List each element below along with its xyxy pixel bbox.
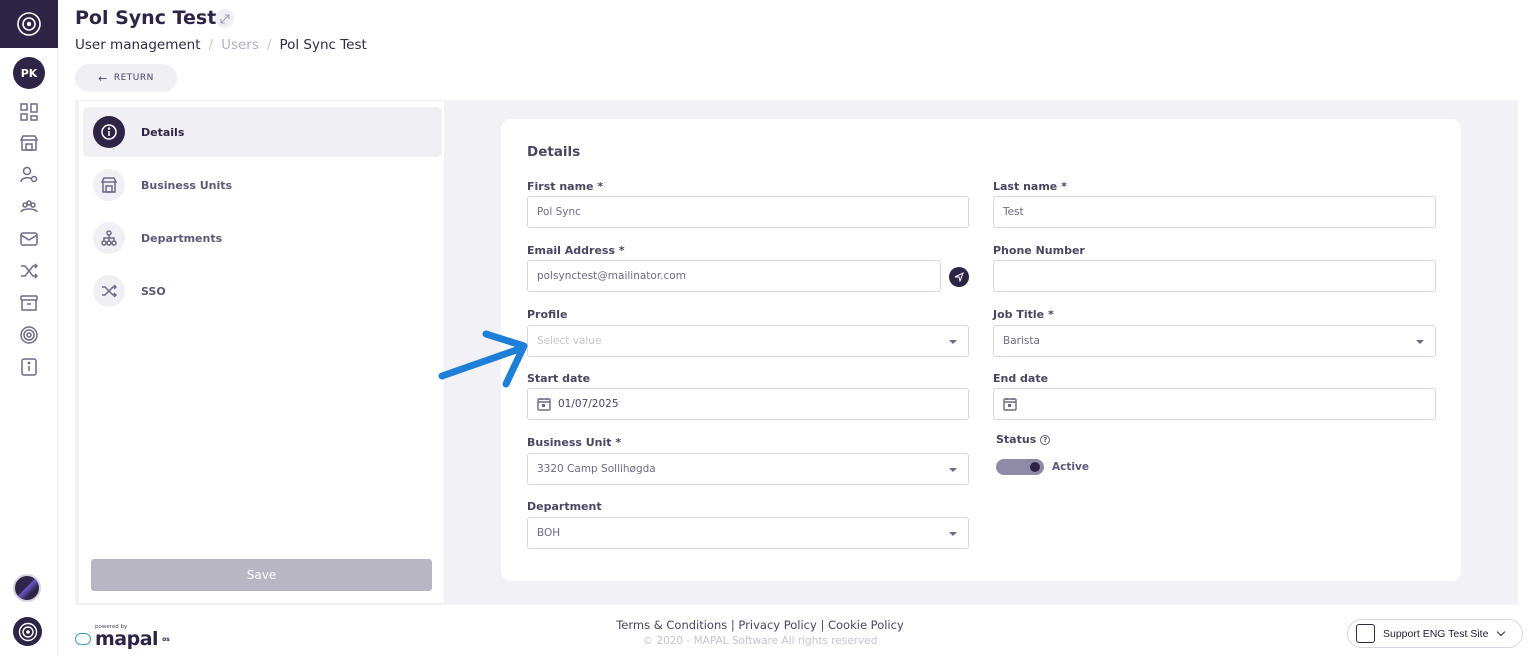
app-logo-icon[interactable] — [0, 0, 58, 48]
end-date-label: End date — [993, 372, 1049, 385]
powered-by-logo: powered by mapal os — [75, 624, 170, 650]
chevron-down-icon — [1497, 627, 1506, 637]
nav-item-business-units[interactable]: Business Units — [83, 160, 442, 210]
store-icon — [93, 169, 125, 201]
return-label: RETURN — [113, 73, 154, 83]
start-date-value: 01/07/2025 — [558, 398, 619, 410]
business-unit-select[interactable]: 3320 Camp Sollihøgda — [527, 453, 969, 485]
phone-field[interactable] — [993, 260, 1436, 292]
job-title-select[interactable]: Barista — [993, 325, 1436, 357]
expand-icon[interactable] — [215, 9, 234, 28]
org-chart-icon — [93, 222, 125, 254]
breadcrumb-separator: / — [266, 37, 272, 53]
last-name-field[interactable]: Test — [993, 196, 1436, 228]
brand-name: mapal — [95, 628, 159, 650]
status-value: Active — [1052, 461, 1089, 473]
save-button[interactable]: Save — [91, 559, 432, 591]
business-unit-value: 3320 Camp Sollihøgda — [537, 463, 656, 475]
return-button[interactable]: ← RETURN — [75, 64, 177, 92]
business-unit-label: Business Unit * — [527, 436, 622, 449]
caret-down-icon — [949, 468, 957, 472]
job-title-label: Job Title * — [993, 308, 1054, 321]
status-label: Status? — [996, 433, 1051, 446]
team-icon[interactable] — [19, 197, 39, 217]
profile-placeholder: Select value — [537, 335, 602, 347]
building-icon — [1356, 624, 1375, 643]
target-icon[interactable] — [19, 325, 39, 345]
nav-item-details[interactable]: Details — [83, 107, 442, 157]
shuffle-icon — [93, 275, 125, 307]
arrow-left-icon: ← — [98, 71, 108, 85]
left-rail: PK — [0, 0, 58, 656]
calendar-icon — [1003, 398, 1017, 411]
breadcrumb-users[interactable]: Users — [221, 37, 259, 53]
email-label: Email Address * — [527, 244, 625, 257]
profile-label: Profile — [527, 308, 568, 321]
footer-links[interactable]: Terms & Conditions | Privacy Policy | Co… — [560, 618, 960, 632]
side-panel: Details Business Units Departments SSO S… — [78, 100, 445, 604]
last-name-label: Last name * — [993, 180, 1067, 193]
end-date-field[interactable] — [993, 388, 1436, 420]
first-name-label: First name * — [527, 180, 604, 193]
nav-label: Business Units — [141, 178, 233, 192]
email-field[interactable]: polsynctest@mailinator.com — [527, 260, 941, 292]
nav-label: Details — [141, 125, 185, 139]
breadcrumb-separator: / — [208, 37, 214, 53]
nav-item-sso[interactable]: SSO — [83, 266, 442, 316]
info-icon[interactable] — [19, 357, 39, 377]
annotation-arrow-icon — [438, 330, 528, 388]
theme-toggle-icon[interactable] — [13, 574, 41, 602]
department-value: BOH — [537, 527, 561, 539]
caret-down-icon — [949, 340, 957, 344]
caret-down-icon — [1416, 340, 1424, 344]
mapal-app-icon[interactable] — [13, 617, 42, 646]
mail-icon[interactable] — [19, 229, 39, 249]
footer-copyright: © 2020 - MAPAL Software All rights reser… — [642, 635, 878, 647]
start-date-field[interactable]: 01/07/2025 — [527, 388, 969, 420]
first-name-field[interactable]: Pol Sync — [527, 196, 969, 228]
site-selector[interactable]: Support ENG Test Site — [1347, 619, 1523, 648]
start-date-label: Start date — [527, 372, 591, 385]
store-icon[interactable] — [19, 133, 39, 153]
page-title: Pol Sync Test — [75, 7, 217, 29]
calendar-icon — [537, 398, 551, 411]
dashboard-icon[interactable] — [19, 102, 39, 122]
send-invite-icon[interactable] — [949, 267, 969, 287]
profile-select[interactable]: Select value — [527, 325, 969, 357]
caret-down-icon — [949, 532, 957, 536]
job-title-value: Barista — [1003, 335, 1040, 347]
breadcrumb-current: Pol Sync Test — [279, 37, 367, 53]
archive-icon[interactable] — [19, 293, 39, 313]
nav-label: Departments — [141, 231, 223, 245]
help-icon[interactable]: ? — [1040, 435, 1051, 445]
department-label: Department — [527, 500, 602, 513]
department-select[interactable]: BOH — [527, 517, 969, 549]
shuffle-icon[interactable] — [19, 261, 39, 281]
mapal-logo-icon — [75, 633, 91, 645]
card-title: Details — [527, 144, 581, 160]
breadcrumb: User management / Users / Pol Sync Test — [75, 37, 367, 53]
nav-label: SSO — [141, 284, 166, 298]
brand-sup: os — [162, 635, 170, 643]
user-avatar[interactable]: PK — [13, 57, 45, 89]
toggle-knob — [1030, 462, 1040, 472]
status-toggle[interactable] — [996, 459, 1044, 475]
user-settings-icon[interactable] — [19, 165, 39, 185]
info-icon — [93, 116, 125, 148]
breadcrumb-user-management[interactable]: User management — [75, 37, 201, 53]
nav-item-departments[interactable]: Departments — [83, 213, 442, 263]
details-card: Details First name * Pol Sync Last name … — [501, 119, 1461, 581]
phone-label: Phone Number — [993, 244, 1085, 257]
site-selector-label: Support ENG Test Site — [1383, 627, 1489, 640]
